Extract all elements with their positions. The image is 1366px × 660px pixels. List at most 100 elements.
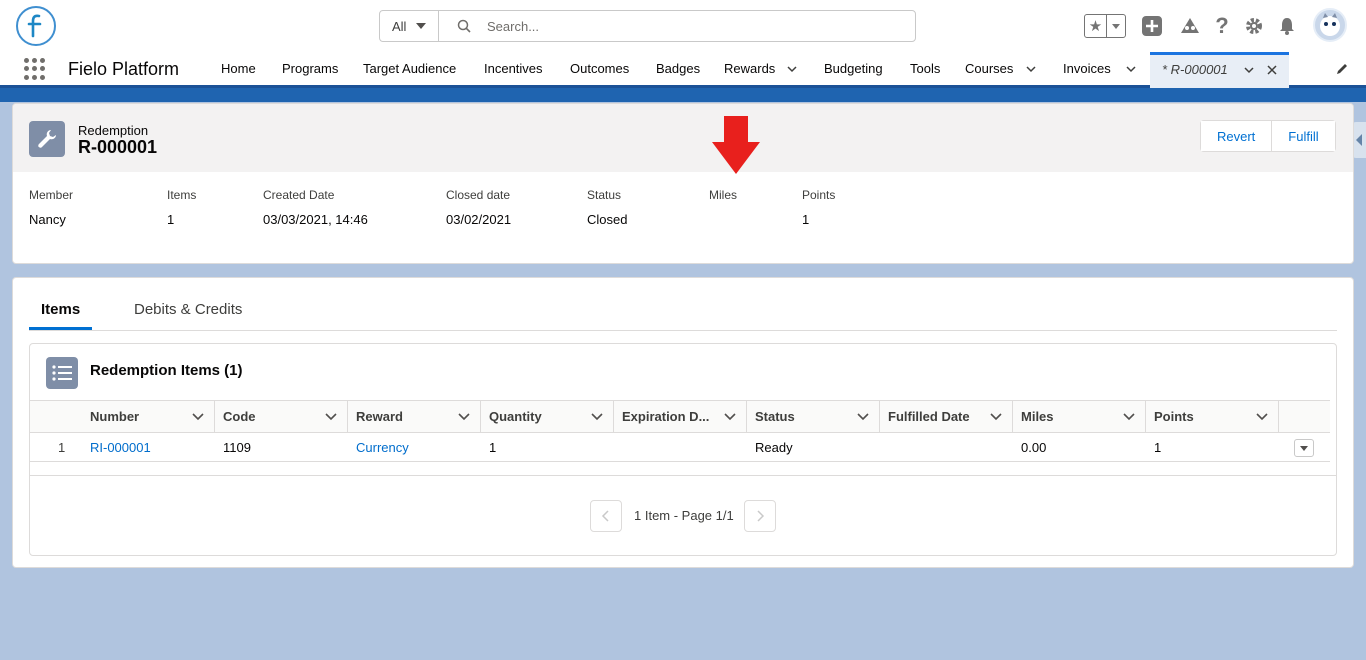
utility-panel-toggle[interactable] [1352, 122, 1366, 158]
field-value: 03/02/2021 [446, 212, 512, 227]
help-icon[interactable]: ? [1210, 13, 1234, 38]
field-value: 1 [802, 212, 810, 227]
plus-icon[interactable] [1140, 14, 1164, 38]
field-items: Items 1 [167, 188, 196, 228]
field-value [709, 212, 737, 228]
column-header-quantity[interactable]: Quantity [481, 401, 614, 432]
chevron-down-icon[interactable] [787, 64, 797, 74]
favorites-group: ★ [1084, 14, 1126, 38]
chevron-left-icon [601, 510, 609, 522]
column-header-fulfilled-date[interactable]: Fulfilled Date [880, 401, 1013, 432]
nav-item-home[interactable]: Home [221, 61, 256, 76]
divider [30, 475, 1336, 476]
record-object-type: Redemption [78, 123, 149, 138]
nav-item-tools[interactable]: Tools [910, 61, 940, 76]
search-scope-select[interactable]: All [380, 11, 439, 41]
chevron-down-icon[interactable] [457, 412, 471, 422]
chevron-down-icon[interactable] [1126, 64, 1136, 74]
nav-item-invoices[interactable]: Invoices [1063, 61, 1111, 76]
nav-item-programs[interactable]: Programs [282, 61, 338, 76]
tab-items[interactable]: Items [29, 301, 93, 330]
star-icon[interactable]: ★ [1085, 15, 1107, 37]
column-header-reward[interactable]: Reward [348, 401, 481, 432]
previous-page-button[interactable] [590, 500, 622, 532]
revert-button[interactable]: Revert [1201, 121, 1272, 151]
chevron-down-icon[interactable] [590, 412, 604, 422]
nav-item-target-audience[interactable]: Target Audience [363, 61, 456, 76]
gear-icon[interactable] [1242, 14, 1266, 38]
chevron-down-icon[interactable] [324, 412, 338, 422]
cell-points: 1 [1154, 440, 1162, 455]
field-value: Nancy [29, 212, 66, 227]
chevron-down-icon[interactable] [856, 412, 870, 422]
field-label: Status [587, 188, 622, 202]
column-label: Number [90, 409, 140, 424]
search-icon [457, 19, 471, 33]
list-icon [46, 357, 78, 389]
search-input[interactable] [487, 18, 887, 34]
pencil-icon[interactable] [1335, 62, 1349, 76]
field-points: Points 1 [802, 188, 835, 228]
caret-down-icon [1112, 23, 1120, 29]
next-page-button[interactable] [744, 500, 776, 532]
favorites-menu-button[interactable] [1107, 15, 1125, 37]
row-number: 1 [58, 440, 66, 455]
nav-item-courses[interactable]: Courses [965, 61, 1013, 76]
fielo-logo-icon[interactable] [16, 6, 56, 46]
column-header-code[interactable]: Code [215, 401, 348, 432]
app-launcher-icon[interactable] [24, 58, 46, 80]
nav-item-outcomes[interactable]: Outcomes [570, 61, 629, 76]
cell-number-link[interactable]: RI-000001 [90, 440, 151, 455]
chevron-down-icon[interactable] [1122, 412, 1136, 422]
trailhead-icon[interactable] [1178, 14, 1202, 38]
wrench-icon [29, 121, 65, 157]
column-header-status[interactable]: Status [747, 401, 880, 432]
chevron-down-icon[interactable] [1255, 412, 1269, 422]
cell-reward-link[interactable]: Currency [356, 440, 409, 455]
record-title: R-000001 [78, 137, 158, 157]
chevron-down-icon[interactable] [1244, 65, 1254, 75]
search-scope-label: All [392, 18, 407, 34]
field-member: Member Nancy [29, 188, 73, 228]
field-label: Points [802, 188, 836, 202]
field-label: Closed date [446, 188, 511, 202]
bell-icon[interactable] [1275, 14, 1299, 38]
app-name: Fielo Platform [68, 59, 180, 79]
close-icon[interactable] [1267, 65, 1277, 75]
avatar[interactable] [1313, 8, 1347, 42]
column-header-expiration-date[interactable]: Expiration D... [614, 401, 747, 432]
field-value: Closed [587, 212, 628, 227]
record-header: Redemption R-000001 Revert Fulfill Membe… [12, 103, 1354, 264]
column-header-number[interactable]: Number [82, 401, 215, 432]
chevron-down-icon[interactable] [1026, 64, 1036, 74]
record-tabs-card: Items Debits & Credits Redemption Items … [12, 277, 1354, 568]
fulfill-button[interactable]: Fulfill [1271, 121, 1335, 151]
column-label: Fulfilled Date [888, 409, 970, 424]
row-actions-menu-button[interactable] [1294, 439, 1314, 457]
annotation-arrow-icon [712, 116, 760, 174]
column-label: Points [1154, 409, 1194, 424]
nav-item-incentives[interactable]: Incentives [484, 61, 543, 76]
nav-item-rewards[interactable]: Rewards [724, 61, 775, 76]
nav-item-budgeting[interactable]: Budgeting [824, 61, 883, 76]
field-closed-date: Closed date 03/02/2021 [446, 188, 511, 228]
related-list-redemption-items: Redemption Items (1) Number Code Reward … [29, 343, 1337, 556]
column-label: Reward [356, 409, 403, 424]
chevron-down-icon[interactable] [723, 412, 737, 422]
column-header-points[interactable]: Points [1146, 401, 1279, 432]
table-header: Number Code Reward Quantity Expiration D… [30, 400, 1330, 433]
field-label: Member [29, 188, 74, 202]
chevron-down-icon[interactable] [191, 412, 205, 422]
chevron-down-icon[interactable] [989, 412, 1003, 422]
nav-tab-active-record[interactable]: * R-000001 [1150, 52, 1289, 88]
cell-miles: 0.00 [1021, 440, 1047, 455]
column-label: Status [755, 409, 795, 424]
cell-code: 1109 [223, 440, 251, 455]
nav-item-badges[interactable]: Badges [656, 61, 700, 76]
table-row: 1 RI-000001 1109 Currency 1 Ready 0.00 1 [30, 433, 1330, 462]
tab-debits-credits[interactable]: Debits & Credits [122, 301, 254, 330]
column-label: Miles [1021, 409, 1054, 424]
column-header-miles[interactable]: Miles [1013, 401, 1146, 432]
field-created-date: Created Date 03/03/2021, 14:46 [263, 188, 368, 228]
pagination-status: 1 Item - Page 1/1 [634, 508, 734, 523]
